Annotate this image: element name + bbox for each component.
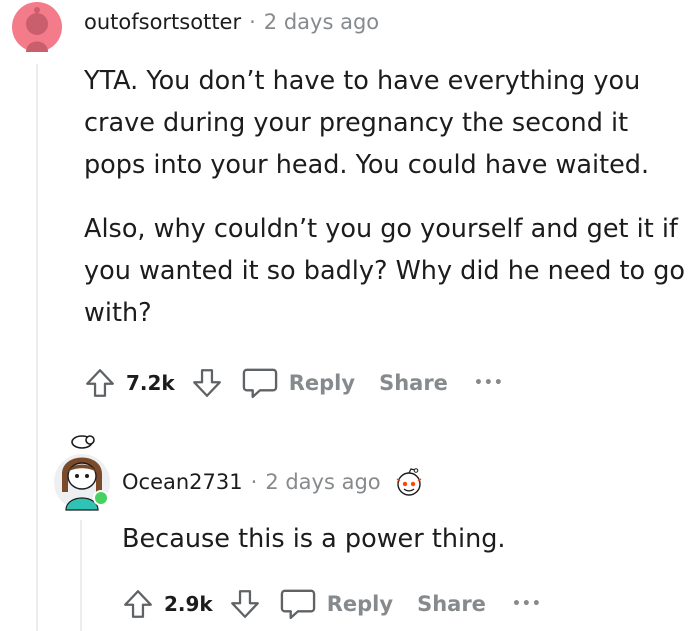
vote-count: 2.9k bbox=[164, 592, 213, 616]
share-button[interactable]: Share bbox=[417, 592, 486, 616]
comment-paragraph: YTA. You don’t have to have everything y… bbox=[84, 66, 650, 180]
username[interactable]: outofsortsotter bbox=[84, 10, 241, 34]
avatar[interactable] bbox=[8, 2, 66, 52]
share-button[interactable]: Share bbox=[379, 371, 448, 395]
timestamp[interactable]: 2 days ago bbox=[264, 10, 379, 34]
award-icon[interactable] bbox=[393, 467, 425, 497]
thread-line[interactable] bbox=[80, 520, 82, 631]
thread-line[interactable] bbox=[36, 64, 38, 631]
reply-button[interactable]: Reply bbox=[241, 365, 355, 401]
comment-actions: 2.9k Reply Share ••• bbox=[118, 584, 542, 624]
separator-dot: · bbox=[250, 470, 258, 494]
reply-button[interactable]: Reply bbox=[279, 586, 393, 622]
username[interactable]: Ocean2731 bbox=[122, 470, 243, 494]
comment-paragraph: Also, why couldn’t you go yourself and g… bbox=[84, 214, 685, 328]
online-status-icon bbox=[95, 492, 107, 504]
comment-body: YTA. You don’t have to have everything y… bbox=[84, 60, 694, 334]
comment-bubble-icon bbox=[241, 365, 279, 401]
comment-paragraph: Because this is a power thing. bbox=[122, 524, 506, 554]
downvote-icon[interactable] bbox=[225, 587, 265, 621]
comment-body: Because this is a power thing. bbox=[122, 518, 682, 560]
avatar[interactable] bbox=[52, 432, 112, 514]
upvote-icon[interactable] bbox=[80, 366, 120, 400]
separator-dot: · bbox=[249, 10, 256, 34]
downvote-icon[interactable] bbox=[187, 366, 227, 400]
timestamp[interactable]: 2 days ago bbox=[265, 470, 380, 494]
comment-bubble-icon bbox=[279, 586, 317, 622]
vote-count: 7.2k bbox=[126, 371, 175, 395]
reply-label: Reply bbox=[326, 592, 394, 616]
upvote-icon[interactable] bbox=[118, 587, 158, 621]
more-options-icon[interactable]: ••• bbox=[474, 375, 504, 391]
reply-label: Reply bbox=[288, 371, 356, 395]
comment-actions: 7.2k Reply Share ••• bbox=[80, 363, 504, 403]
more-options-icon[interactable]: ••• bbox=[512, 596, 542, 612]
